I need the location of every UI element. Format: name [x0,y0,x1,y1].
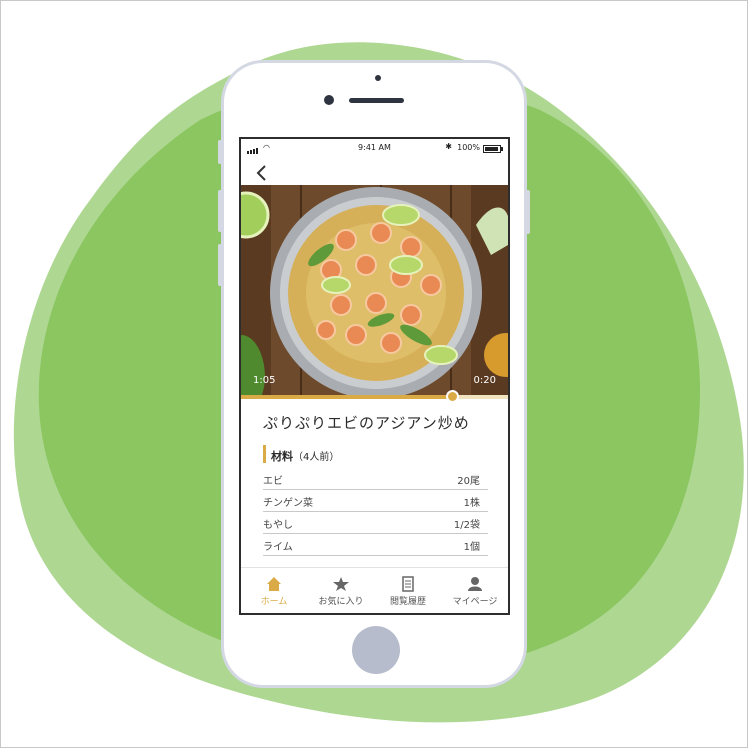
ingredient-name: もやし [263,520,293,531]
battery-percent: 100% [457,143,480,152]
tab-label: マイページ [452,597,498,607]
tab-mypage[interactable]: マイページ [442,576,508,607]
history-icon [402,576,414,592]
ingredients-heading-label: 材料 [271,450,293,463]
battery-icon [483,145,503,153]
tab-favorites[interactable]: お気に入り [308,576,374,607]
ingredient-name: チンゲン菜 [263,498,313,509]
video-current-time: 1:05 [253,375,276,386]
power-button [526,190,530,234]
star-icon [333,577,349,591]
bluetooth-icon: ✱ [445,142,452,151]
ingredient-name: エビ [263,476,283,487]
home-button[interactable] [352,626,400,674]
section-accent-bar [263,445,266,463]
video-progress-bar[interactable] [241,390,508,403]
bottom-tab-bar: ホーム お気に入り 閲覧履歴 マイページ [241,567,508,613]
video-progress-knob[interactable] [445,390,459,403]
volume-up-button [218,190,222,232]
ingredient-qty: 1/2袋 [453,520,480,531]
back-arrow-icon[interactable] [253,163,273,183]
shrimp-dish-image [241,185,508,397]
ingredient-qty: 1個 [463,542,480,553]
tab-home[interactable]: ホーム [241,576,307,607]
ingredient-row: もやし 1/2袋 [263,513,488,534]
video-progress-fill [241,395,452,399]
user-icon [468,577,482,591]
servings-label: （4人前） [293,452,340,463]
app-screen: ◠ 9:41 AM ✱ 100% 1:05 0:20 ぷりぷりエビのアジアン炒め… [239,137,510,615]
front-camera [324,95,334,105]
tab-label: お気に入り [318,597,364,607]
earpiece-speaker [349,98,404,103]
front-sensor [375,75,381,81]
ingredient-row: エビ 20尾 [263,469,488,490]
volume-down-button [218,244,222,286]
recipe-title: ぷりぷりエビのアジアン炒め [263,414,470,432]
ingredient-row: チンゲン菜 1株 [263,491,488,512]
ingredient-name: ライム [263,542,293,553]
tab-label: 閲覧履歴 [389,597,426,607]
home-icon [267,577,281,591]
status-bar: ◠ 9:41 AM ✱ 100% [241,139,508,157]
ingredient-row: ライム 1個 [263,535,488,556]
ingredients-heading: 材料（4人前） [271,448,339,464]
tab-label: ホーム [260,597,288,607]
ingredient-qty: 20尾 [457,476,480,487]
tab-history[interactable]: 閲覧履歴 [375,576,441,607]
ingredient-qty: 1株 [463,498,480,509]
mute-switch [218,140,222,164]
video-duration: 0:20 [473,375,496,386]
recipe-video[interactable] [241,185,508,397]
